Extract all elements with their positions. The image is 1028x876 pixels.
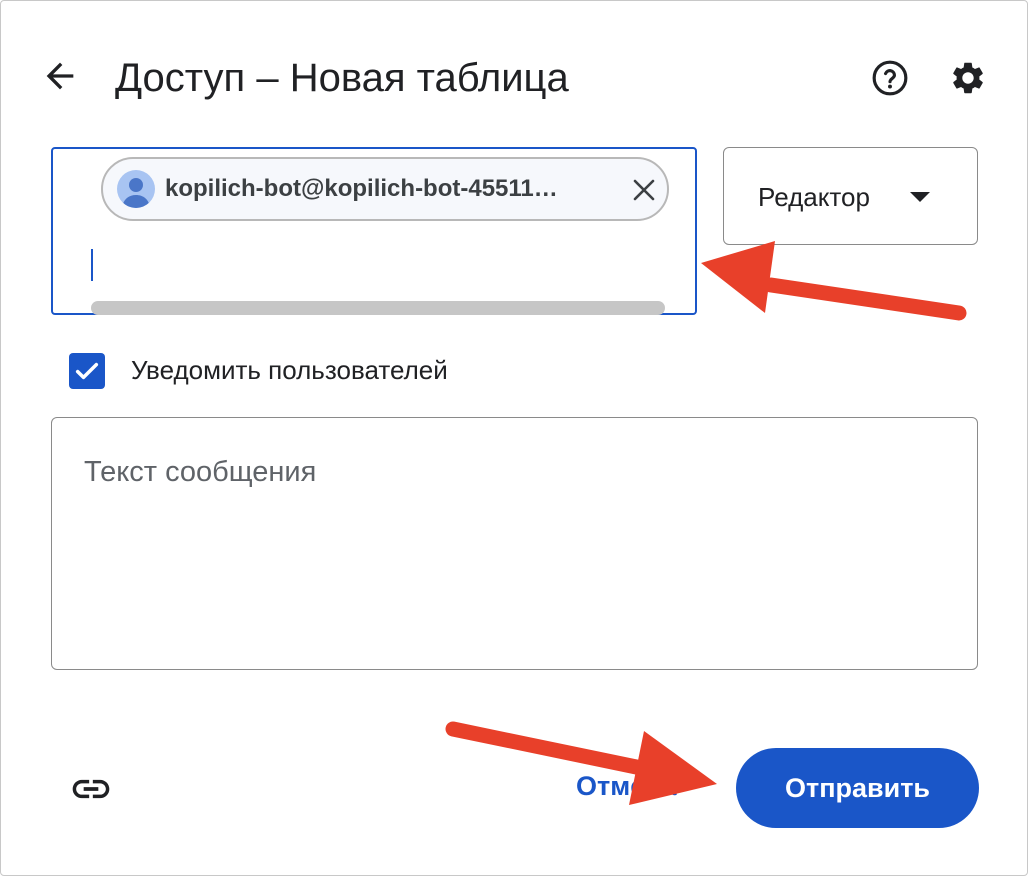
avatar — [117, 170, 155, 208]
horizontal-scrollbar[interactable] — [91, 301, 665, 315]
arrow-back-icon — [46, 62, 74, 90]
gear-icon — [953, 62, 983, 94]
recipient-chip[interactable]: kopilich-bot@kopilich-bot-45511… — [101, 157, 669, 221]
message-textarea[interactable]: Текст сообщения — [51, 417, 978, 670]
share-dialog: Доступ – Новая таблица kopilich-bot@kopi… — [0, 0, 1028, 876]
person-avatar-icon — [122, 178, 150, 208]
close-icon — [633, 179, 655, 201]
remove-recipient-button[interactable] — [629, 175, 659, 205]
settings-button[interactable] — [945, 55, 991, 101]
triangle-down-icon — [910, 192, 930, 202]
copy-link-button[interactable] — [67, 767, 115, 811]
send-button[interactable]: Отправить — [736, 748, 979, 828]
text-cursor — [91, 249, 93, 281]
notify-checkbox[interactable] — [69, 353, 105, 389]
role-selected-label: Редактор — [758, 182, 870, 212]
notify-label: Уведомить пользователей — [131, 355, 448, 385]
recipients-input[interactable]: kopilich-bot@kopilich-bot-45511… — [51, 147, 697, 315]
link-icon — [72, 779, 110, 799]
role-dropdown[interactable]: Редактор — [723, 147, 978, 245]
checkmark-icon — [75, 362, 99, 380]
help-button[interactable] — [867, 55, 913, 101]
back-button[interactable] — [37, 53, 83, 99]
help-circle-icon — [872, 60, 908, 96]
dialog-title: Доступ – Новая таблица — [115, 56, 569, 100]
annotation-arrow-role — [701, 241, 967, 321]
recipient-email: kopilich-bot@kopilich-bot-45511… — [165, 175, 558, 202]
cancel-button[interactable]: Отмена — [576, 771, 677, 802]
message-placeholder: Текст сообщения — [84, 456, 317, 488]
